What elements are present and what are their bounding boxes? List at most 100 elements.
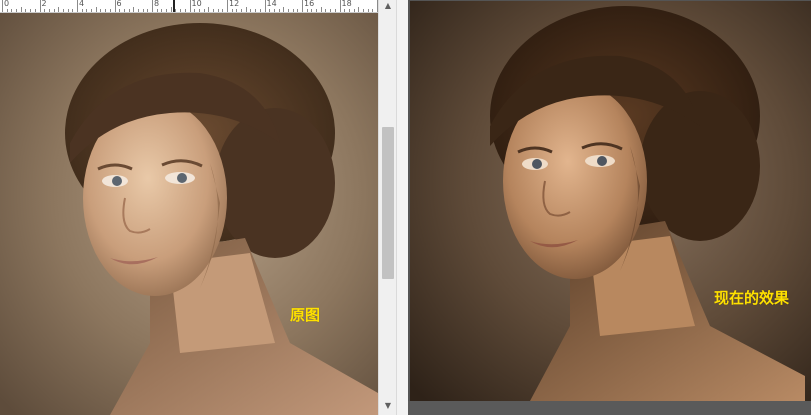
ruler-tick bbox=[320, 7, 322, 12]
ruler-minor-tick bbox=[48, 9, 50, 12]
ruler-minor-tick bbox=[236, 9, 238, 12]
ruler-minor-tick bbox=[353, 9, 355, 12]
ruler-minor-tick bbox=[161, 9, 163, 12]
ruler-minor-tick bbox=[16, 9, 18, 12]
ruler-minor-tick bbox=[184, 9, 186, 12]
ruler-minor-tick bbox=[147, 9, 149, 12]
ruler-minor-tick bbox=[105, 9, 107, 12]
arrow-down-icon[interactable]: ▼ bbox=[379, 400, 397, 412]
ruler-label: 4 bbox=[79, 0, 85, 8]
ruler-minor-tick bbox=[81, 9, 83, 12]
ruler-minor-tick bbox=[231, 9, 233, 12]
ruler-minor-tick bbox=[128, 9, 130, 12]
ruler-minor-tick bbox=[217, 9, 219, 12]
ruler-minor-tick bbox=[91, 9, 93, 12]
ruler-minor-tick bbox=[297, 9, 299, 12]
ruler-minor-tick bbox=[255, 9, 257, 12]
canvas-bottom-edge bbox=[408, 401, 811, 415]
ruler-minor-tick bbox=[203, 9, 205, 12]
ruler-label: 6 bbox=[116, 0, 122, 8]
ruler-minor-tick bbox=[311, 9, 313, 12]
ruler-label: 12 bbox=[229, 0, 240, 8]
ruler-minor-tick bbox=[362, 9, 364, 12]
ruler-minor-tick bbox=[372, 9, 374, 12]
ruler-minor-tick bbox=[30, 9, 32, 12]
ruler-minor-tick bbox=[212, 9, 214, 12]
ruler-tick bbox=[152, 0, 153, 12]
ruler-tick bbox=[358, 7, 360, 12]
ruler-minor-tick bbox=[180, 9, 182, 12]
ruler-minor-tick bbox=[86, 9, 88, 12]
scrollbar-thumb[interactable] bbox=[382, 127, 394, 279]
ruler-label: 16 bbox=[304, 0, 315, 8]
edited-document-window: 现在的效果 bbox=[408, 0, 811, 415]
ruler-minor-tick bbox=[198, 9, 200, 12]
ruler-minor-tick bbox=[316, 9, 318, 12]
ruler-tick bbox=[245, 7, 247, 12]
ruler-minor-tick bbox=[259, 9, 261, 12]
ruler-label: 8 bbox=[154, 0, 160, 8]
arrow-up-icon[interactable]: ▲ bbox=[379, 0, 397, 12]
ruler-tick bbox=[77, 0, 78, 12]
ruler-minor-tick bbox=[287, 9, 289, 12]
ruler-tick bbox=[227, 0, 228, 12]
ruler-minor-tick bbox=[278, 9, 280, 12]
ruler-tick bbox=[283, 7, 285, 12]
ruler-tick bbox=[114, 0, 116, 12]
ruler-minor-tick bbox=[72, 9, 74, 12]
original-document-window: 0 2 4 6 8 10 12 14 16 18 原图 ▲ ▼ bbox=[0, 0, 397, 415]
ruler-tick bbox=[39, 0, 41, 12]
ruler-minor-tick bbox=[137, 9, 139, 12]
ruler-minor-tick bbox=[34, 9, 36, 12]
vertical-scrollbar[interactable]: ▲ ▼ bbox=[378, 0, 397, 415]
ruler-tick bbox=[2, 0, 3, 12]
ruler-label: 0 bbox=[4, 0, 10, 8]
ruler-tick bbox=[264, 0, 266, 12]
edited-caption: 现在的效果 bbox=[714, 289, 790, 307]
original-image-canvas[interactable]: 原图 bbox=[0, 13, 378, 415]
original-caption: 原图 bbox=[290, 306, 321, 324]
ruler-tick bbox=[133, 7, 135, 12]
ruler-minor-tick bbox=[67, 9, 69, 12]
ruler-minor-tick bbox=[292, 9, 294, 12]
ruler-tick bbox=[339, 0, 341, 12]
edited-image-canvas[interactable]: 现在的效果 bbox=[410, 1, 811, 401]
ruler-minor-tick bbox=[119, 9, 121, 12]
ruler-label: 18 bbox=[341, 0, 352, 8]
ruler-minor-tick bbox=[344, 9, 346, 12]
ruler-minor-tick bbox=[241, 9, 243, 12]
ruler-tick bbox=[208, 7, 210, 12]
ruler-minor-tick bbox=[273, 9, 275, 12]
ruler-minor-tick bbox=[166, 9, 168, 12]
ruler-tick bbox=[58, 7, 60, 12]
ruler-minor-tick bbox=[194, 9, 196, 12]
ruler-minor-tick bbox=[142, 9, 144, 12]
ruler-label: 10 bbox=[191, 0, 202, 8]
ruler-minor-tick bbox=[6, 9, 8, 12]
ruler-minor-tick bbox=[156, 9, 158, 12]
ruler-minor-tick bbox=[348, 9, 350, 12]
ruler-minor-tick bbox=[222, 9, 224, 12]
ruler-tick bbox=[189, 0, 191, 12]
ruler-minor-tick bbox=[25, 9, 27, 12]
horizontal-ruler[interactable]: 0 2 4 6 8 10 12 14 16 18 bbox=[0, 0, 378, 13]
ruler-minor-tick bbox=[109, 9, 111, 12]
ruler-tick bbox=[20, 7, 22, 12]
ruler-label: 14 bbox=[266, 0, 277, 8]
ruler-label: 2 bbox=[41, 0, 47, 8]
ruler-tick bbox=[170, 7, 172, 12]
ruler-minor-tick bbox=[11, 9, 13, 12]
ruler-minor-tick bbox=[334, 9, 336, 12]
ruler-tick bbox=[302, 0, 303, 12]
ruler-minor-tick bbox=[53, 9, 55, 12]
original-portrait-image bbox=[0, 13, 378, 415]
ruler-minor-tick bbox=[175, 9, 177, 12]
ruler-minor-tick bbox=[44, 9, 46, 12]
edited-portrait-image bbox=[410, 1, 811, 401]
ruler-minor-tick bbox=[100, 9, 102, 12]
ruler-minor-tick bbox=[325, 9, 327, 12]
ruler-minor-tick bbox=[62, 9, 64, 12]
ruler-minor-tick bbox=[250, 9, 252, 12]
ruler-minor-tick bbox=[367, 9, 369, 12]
ruler-minor-tick bbox=[306, 9, 308, 12]
